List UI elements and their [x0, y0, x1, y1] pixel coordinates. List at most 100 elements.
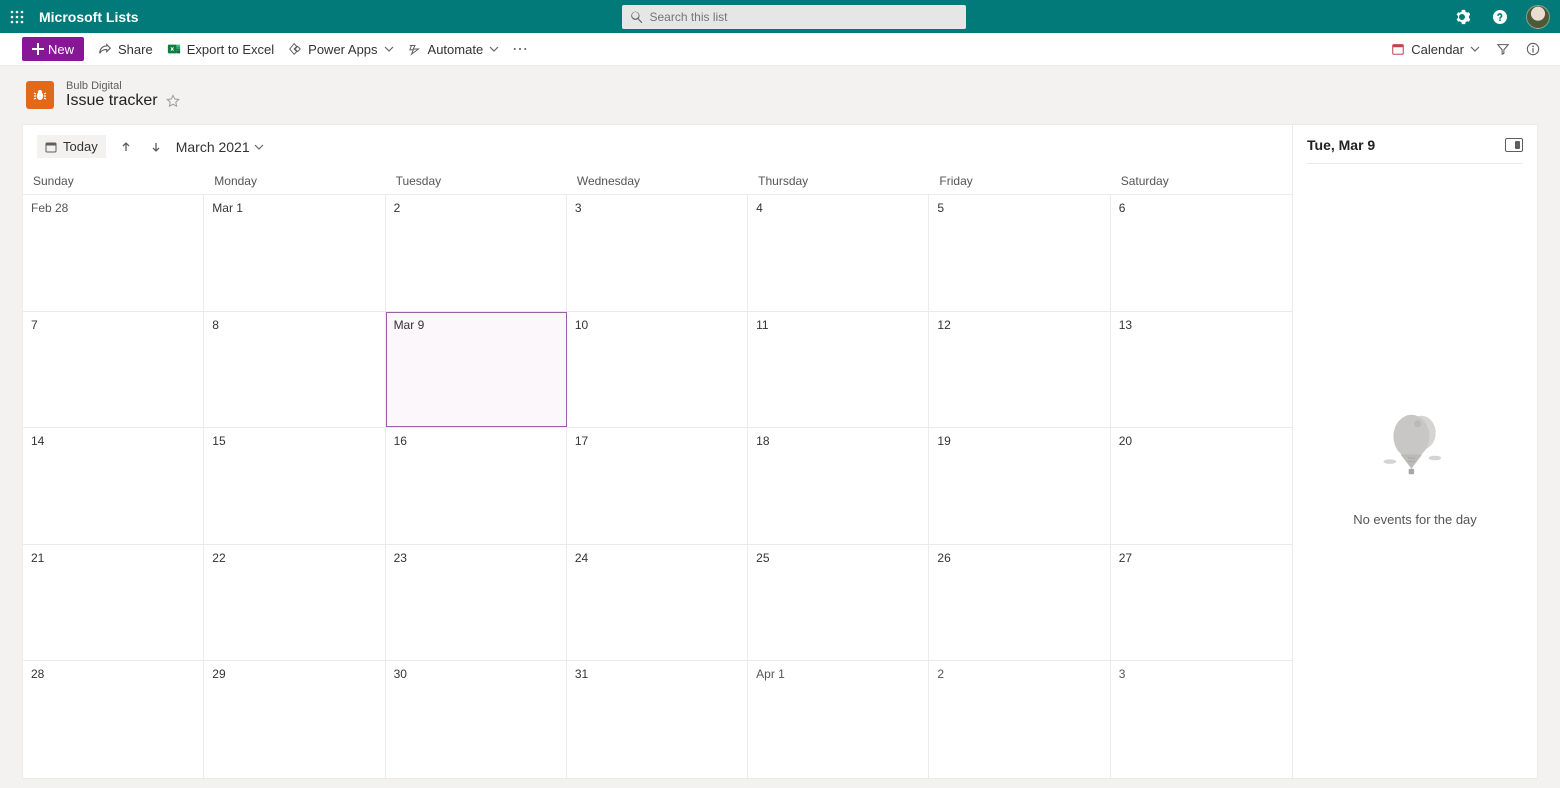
- view-switcher[interactable]: Calendar: [1391, 42, 1480, 57]
- calendar-day[interactable]: 30: [386, 661, 567, 778]
- share-icon: [98, 42, 112, 56]
- excel-icon: [167, 42, 181, 56]
- calendar-day[interactable]: 6: [1111, 195, 1292, 311]
- calendar-day[interactable]: 24: [567, 545, 748, 661]
- search-box[interactable]: [622, 5, 966, 29]
- suite-right: [1450, 5, 1550, 29]
- calendar-day[interactable]: 17: [567, 428, 748, 544]
- calendar-day[interactable]: 28: [23, 661, 204, 778]
- site-name[interactable]: Bulb Digital: [66, 80, 180, 92]
- arrow-down-icon: [150, 141, 162, 153]
- weekday-label: Thursday: [748, 168, 929, 194]
- bug-icon: [32, 87, 48, 103]
- weekday-label: Friday: [929, 168, 1110, 194]
- search-input[interactable]: [649, 10, 958, 24]
- powerapps-icon: [288, 42, 302, 56]
- chevron-down-icon: [489, 44, 499, 54]
- more-button[interactable]: [513, 42, 527, 56]
- calendar-day[interactable]: 15: [204, 428, 385, 544]
- info-icon: [1526, 42, 1540, 56]
- favorite-star-icon[interactable]: [166, 94, 180, 108]
- automate-label: Automate: [428, 42, 484, 57]
- calendar-day[interactable]: 13: [1111, 312, 1292, 428]
- avatar[interactable]: [1526, 5, 1550, 29]
- list-logo: [26, 81, 54, 109]
- calendar-day[interactable]: 4: [748, 195, 929, 311]
- balloon-icon: [1370, 404, 1460, 494]
- calendar-week: Feb 28Mar 123456: [23, 195, 1292, 312]
- next-month-button[interactable]: [146, 137, 166, 157]
- share-button[interactable]: Share: [98, 42, 153, 57]
- powerapps-button[interactable]: Power Apps: [288, 42, 393, 57]
- calendar-grid: Feb 28Mar 12345678Mar 910111213141516171…: [23, 195, 1292, 778]
- calendar-day[interactable]: Mar 1: [204, 195, 385, 311]
- today-button[interactable]: Today: [37, 135, 106, 158]
- calendar-day[interactable]: Apr 1: [748, 661, 929, 778]
- calendar-day[interactable]: Feb 28: [23, 195, 204, 311]
- automate-button[interactable]: Automate: [408, 42, 500, 57]
- filter-icon: [1496, 42, 1510, 56]
- filter-button[interactable]: [1496, 42, 1510, 56]
- calendar-toolbar: Today March 2021: [23, 125, 1292, 168]
- calendar-day[interactable]: 12: [929, 312, 1110, 428]
- calendar-day[interactable]: 22: [204, 545, 385, 661]
- calendar-day[interactable]: 26: [929, 545, 1110, 661]
- calendar-day[interactable]: 10: [567, 312, 748, 428]
- list-titles: Bulb Digital Issue tracker: [66, 80, 180, 110]
- new-button[interactable]: New: [22, 37, 84, 61]
- help-button[interactable]: [1488, 5, 1512, 29]
- today-label: Today: [63, 139, 98, 154]
- calendar-day[interactable]: 19: [929, 428, 1110, 544]
- calendar-day[interactable]: 2: [929, 661, 1110, 778]
- calendar-small-icon: [45, 141, 57, 153]
- weekday-label: Wednesday: [567, 168, 748, 194]
- prev-month-button[interactable]: [116, 137, 136, 157]
- calendar-day[interactable]: 14: [23, 428, 204, 544]
- month-picker[interactable]: March 2021: [176, 139, 264, 155]
- calendar-day[interactable]: Mar 9: [386, 312, 567, 428]
- calendar-day[interactable]: 18: [748, 428, 929, 544]
- search-icon: [630, 10, 643, 24]
- content-card: Today March 2021 SundayMondayTuesdayWedn…: [22, 124, 1538, 779]
- weekday-label: Tuesday: [386, 168, 567, 194]
- arrow-up-icon: [120, 141, 132, 153]
- calendar-day[interactable]: 5: [929, 195, 1110, 311]
- command-bar: New Share Export to Excel Power Apps Aut…: [0, 33, 1560, 66]
- calendar-day[interactable]: 8: [204, 312, 385, 428]
- calendar-day[interactable]: 3: [1111, 661, 1292, 778]
- plus-icon: [32, 43, 44, 55]
- calendar-day[interactable]: 2: [386, 195, 567, 311]
- calendar-day[interactable]: 11: [748, 312, 929, 428]
- weekday-header: SundayMondayTuesdayWednesdayThursdayFrid…: [23, 168, 1292, 195]
- chevron-down-icon: [384, 44, 394, 54]
- calendar-day[interactable]: 7: [23, 312, 204, 428]
- list-title[interactable]: Issue tracker: [66, 92, 158, 110]
- calendar-day[interactable]: 20: [1111, 428, 1292, 544]
- weekday-label: Saturday: [1111, 168, 1292, 194]
- calendar-day[interactable]: 16: [386, 428, 567, 544]
- calendar-week: 28293031Apr 123: [23, 661, 1292, 778]
- weekday-label: Monday: [204, 168, 385, 194]
- calendar-day[interactable]: 27: [1111, 545, 1292, 661]
- settings-button[interactable]: [1450, 5, 1474, 29]
- app-name[interactable]: Microsoft Lists: [39, 9, 139, 25]
- view-label: Calendar: [1411, 42, 1464, 57]
- calendar-day[interactable]: 25: [748, 545, 929, 661]
- export-button[interactable]: Export to Excel: [167, 42, 274, 57]
- calendar-day[interactable]: 3: [567, 195, 748, 311]
- month-label-text: March 2021: [176, 139, 250, 155]
- app-launcher-icon[interactable]: [0, 0, 33, 33]
- automate-icon: [408, 42, 422, 56]
- calendar-view: Today March 2021 SundayMondayTuesdayWedn…: [23, 125, 1293, 778]
- calendar-day[interactable]: 23: [386, 545, 567, 661]
- info-button[interactable]: [1526, 42, 1540, 56]
- help-icon: [1492, 9, 1508, 25]
- suite-bar: Microsoft Lists: [0, 0, 1560, 33]
- empty-state-message: No events for the day: [1353, 512, 1477, 527]
- calendar-day[interactable]: 21: [23, 545, 204, 661]
- panel-toggle-icon[interactable]: [1505, 138, 1523, 152]
- weekday-label: Sunday: [23, 168, 204, 194]
- day-panel-header: Tue, Mar 9: [1307, 137, 1523, 164]
- calendar-day[interactable]: 29: [204, 661, 385, 778]
- calendar-day[interactable]: 31: [567, 661, 748, 778]
